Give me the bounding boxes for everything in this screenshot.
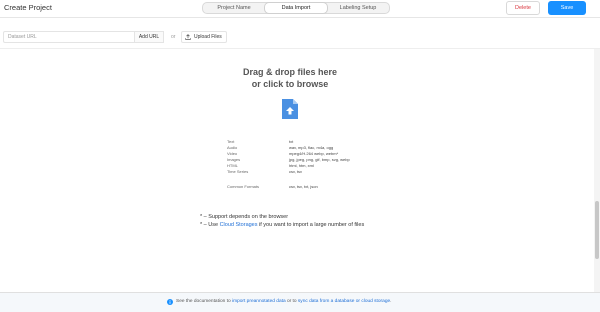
file-drop-zone[interactable]: Drag & drop files here or click to brows… <box>0 49 596 292</box>
sync-data-link[interactable]: sync data from a database or cloud stora… <box>298 299 390 304</box>
page-title: Create Project <box>4 3 52 12</box>
cloud-storages-link[interactable]: Cloud Storages <box>220 222 258 228</box>
upload-files-button[interactable]: Upload Files <box>181 31 227 43</box>
or-label: or <box>171 34 176 40</box>
footer-text: See the documentation to import preannot… <box>176 299 392 304</box>
drop-title-line2: or click to browse <box>251 79 329 89</box>
scrollbar-thumb[interactable] <box>595 201 599 259</box>
info-icon <box>167 299 173 305</box>
url-import-bar: Dataset URL Add URL or Upload Files <box>0 31 600 43</box>
browser-support-note: * – Support depends on the browser <box>200 214 289 220</box>
footer-info-bar: See the documentation to import preannot… <box>0 292 600 312</box>
upload-files-label: Upload Files <box>194 34 222 40</box>
drop-title-line1: Drag & drop files here <box>242 67 338 77</box>
tab-labeling-setup[interactable]: Labeling Setup <box>327 3 389 13</box>
cloud-storage-note: * – Use Cloud Storages if you want to im… <box>200 222 365 228</box>
header-bar: Create Project Project Name Data Import … <box>0 0 600 18</box>
add-url-button[interactable]: Add URL <box>134 31 164 43</box>
tab-project-name[interactable]: Project Name <box>203 3 265 13</box>
upload-icon <box>185 34 191 40</box>
dataset-url-input[interactable]: Dataset URL <box>3 31 134 43</box>
drop-title: Drag & drop files here or click to brows… <box>190 66 390 90</box>
file-upload-icon <box>282 99 298 119</box>
tab-data-import[interactable]: Data Import <box>265 3 327 13</box>
delete-button[interactable]: Delete <box>506 1 540 15</box>
save-button[interactable]: Save <box>548 1 586 15</box>
import-preannotated-link[interactable]: import preannotated data <box>232 299 286 304</box>
step-tabs: Project Name Data Import Labeling Setup <box>202 2 390 14</box>
format-notes: * – Support depends on the browser * – U… <box>200 213 364 229</box>
